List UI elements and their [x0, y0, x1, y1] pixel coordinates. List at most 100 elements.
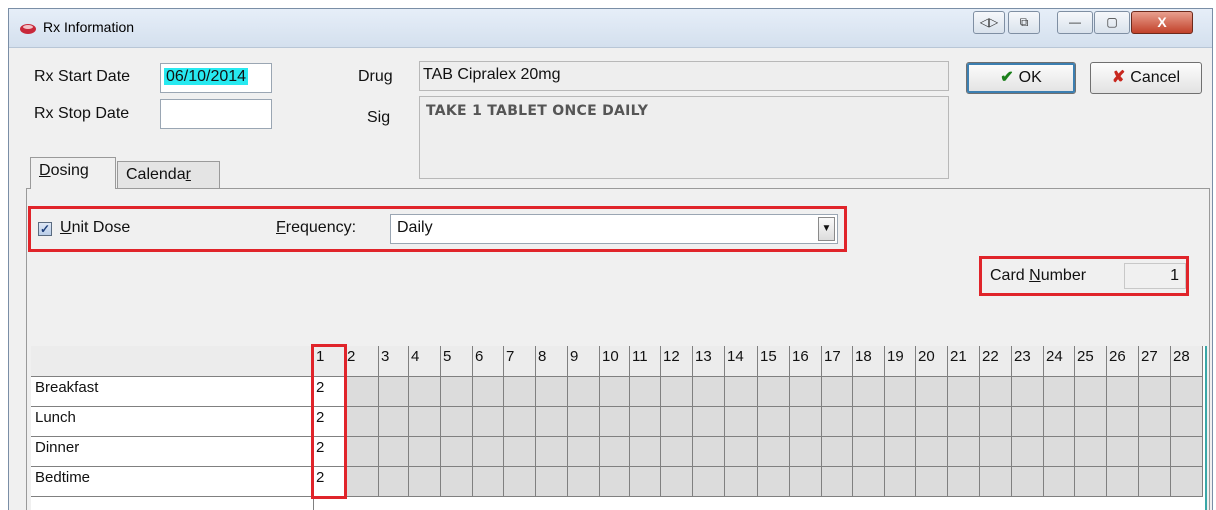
grid-dose-cell[interactable] [758, 437, 790, 467]
grid-dose-cell[interactable] [822, 407, 853, 437]
grid-dose-cell[interactable] [980, 437, 1012, 467]
grid-dose-cell[interactable] [441, 437, 473, 467]
grid-dose-cell[interactable] [441, 467, 473, 497]
minimize-button[interactable]: — [1057, 11, 1093, 34]
cancel-button[interactable]: ✘ Cancel [1090, 62, 1202, 94]
grid-dose-cell[interactable] [1075, 467, 1107, 497]
grid-dose-cell[interactable] [725, 407, 758, 437]
grid-dose-cell[interactable] [536, 467, 568, 497]
grid-dose-cell[interactable] [693, 377, 725, 407]
grid-dose-cell[interactable] [980, 407, 1012, 437]
grid-dose-cell[interactable] [409, 377, 441, 407]
grid-dose-cell[interactable] [948, 407, 980, 437]
grid-dose-cell[interactable] [948, 467, 980, 497]
grid-dose-cell[interactable] [409, 467, 441, 497]
grid-dose-cell[interactable] [1044, 437, 1075, 467]
grid-dose-cell[interactable] [1139, 467, 1171, 497]
grid-dose-cell[interactable] [822, 377, 853, 407]
grid-dose-cell[interactable] [725, 467, 758, 497]
tab-dosing[interactable]: Dosing [30, 157, 116, 189]
grid-dose-cell[interactable] [916, 377, 948, 407]
grid-dose-cell[interactable] [693, 407, 725, 437]
grid-dose-cell[interactable] [885, 407, 916, 437]
grid-dose-cell[interactable] [853, 437, 885, 467]
rx-start-date-input[interactable]: 06/10/2014 [160, 63, 272, 93]
grid-dose-cell[interactable] [1139, 377, 1171, 407]
unit-dose-label[interactable]: Unit Dose [60, 219, 130, 237]
grid-dose-cell[interactable] [600, 407, 630, 437]
card-number-field[interactable]: 1 [1124, 263, 1186, 289]
grid-dose-cell[interactable] [504, 467, 536, 497]
grid-dose-cell[interactable] [441, 407, 473, 437]
title-bar[interactable]: Rx Information ◁▷ ⧉ — ▢ X [9, 9, 1212, 48]
grid-dose-cell[interactable] [980, 467, 1012, 497]
grid-dose-cell[interactable] [504, 437, 536, 467]
grid-dose-cell[interactable] [725, 437, 758, 467]
grid-dose-cell[interactable] [693, 437, 725, 467]
grid-dose-cell[interactable] [504, 407, 536, 437]
grid-dose-cell[interactable] [1171, 377, 1203, 407]
grid-dose-cell[interactable] [1107, 377, 1139, 407]
grid-dose-cell[interactable] [536, 437, 568, 467]
grid-dose-cell[interactable] [885, 437, 916, 467]
grid-dose-cell[interactable] [568, 437, 600, 467]
grid-dose-cell[interactable] [536, 377, 568, 407]
grid-dose-cell[interactable] [504, 377, 536, 407]
grid-dose-cell[interactable] [790, 407, 822, 437]
grid-dose-cell[interactable] [409, 407, 441, 437]
grid-dose-cell[interactable] [1044, 377, 1075, 407]
grid-dose-cell[interactable] [1012, 467, 1044, 497]
grid-dose-cell[interactable] [980, 377, 1012, 407]
ok-button[interactable]: ✔ OK [966, 62, 1076, 94]
grid-dose-cell[interactable] [661, 437, 693, 467]
grid-dose-cell[interactable] [1012, 377, 1044, 407]
grid-dose-cell[interactable] [379, 467, 409, 497]
grid-dose-cell[interactable] [885, 377, 916, 407]
grid-dose-cell[interactable] [790, 377, 822, 407]
grid-dose-cell[interactable] [1171, 437, 1203, 467]
grid-dose-cell[interactable] [441, 377, 473, 407]
grid-dose-cell[interactable] [600, 377, 630, 407]
grid-dose-cell[interactable] [1139, 407, 1171, 437]
grid-dose-cell[interactable] [853, 377, 885, 407]
grid-dose-cell[interactable] [1171, 467, 1203, 497]
grid-dose-cell[interactable] [1139, 437, 1171, 467]
grid-dose-cell[interactable] [758, 407, 790, 437]
chevron-down-icon[interactable]: ▼ [818, 217, 835, 241]
grid-dose-cell[interactable] [948, 437, 980, 467]
rx-stop-date-input[interactable] [160, 99, 272, 129]
grid-dose-cell[interactable] [536, 407, 568, 437]
grid-dose-cell[interactable] [630, 437, 661, 467]
grid-dose-cell[interactable] [1075, 437, 1107, 467]
grid-dose-cell[interactable] [661, 377, 693, 407]
grid-dose-cell[interactable] [916, 407, 948, 437]
grid-dose-cell[interactable] [758, 377, 790, 407]
grid-dose-cell[interactable] [568, 377, 600, 407]
grid-dose-cell[interactable] [790, 437, 822, 467]
grid-dose-cell[interactable] [885, 467, 916, 497]
grid-dose-cell[interactable] [853, 467, 885, 497]
grid-dose-cell[interactable] [1075, 377, 1107, 407]
grid-dose-cell[interactable] [379, 377, 409, 407]
grid-dose-cell[interactable] [600, 437, 630, 467]
unit-dose-checkbox[interactable]: ✓ [38, 222, 52, 236]
grid-dose-cell[interactable] [379, 407, 409, 437]
maximize-button[interactable]: ▢ [1094, 11, 1130, 34]
grid-dose-cell[interactable] [1044, 467, 1075, 497]
grid-dose-cell[interactable] [822, 467, 853, 497]
grid-dose-cell[interactable] [473, 467, 504, 497]
grid-dose-cell[interactable] [1044, 407, 1075, 437]
dosing-grid[interactable]: 1 2 3 4 5 6 7 8 9 10 11 12 13 14 15 16 17 18 19 20 21 22 23 24 2… [31, 346, 1207, 510]
grid-dose-cell[interactable] [1107, 437, 1139, 467]
grid-dose-cell[interactable] [345, 407, 379, 437]
grid-dose-cell[interactable] [853, 407, 885, 437]
grid-dose-cell[interactable] [630, 407, 661, 437]
grid-dose-cell[interactable] [693, 467, 725, 497]
resize-handle-icon[interactable]: ◁▷ [973, 11, 1005, 34]
grid-dose-cell[interactable] [630, 467, 661, 497]
restore-window-icon[interactable]: ⧉ [1008, 11, 1040, 34]
grid-dose-cell[interactable] [1171, 407, 1203, 437]
grid-dose-cell[interactable] [409, 437, 441, 467]
grid-dose-cell[interactable] [758, 467, 790, 497]
grid-dose-cell[interactable] [600, 467, 630, 497]
